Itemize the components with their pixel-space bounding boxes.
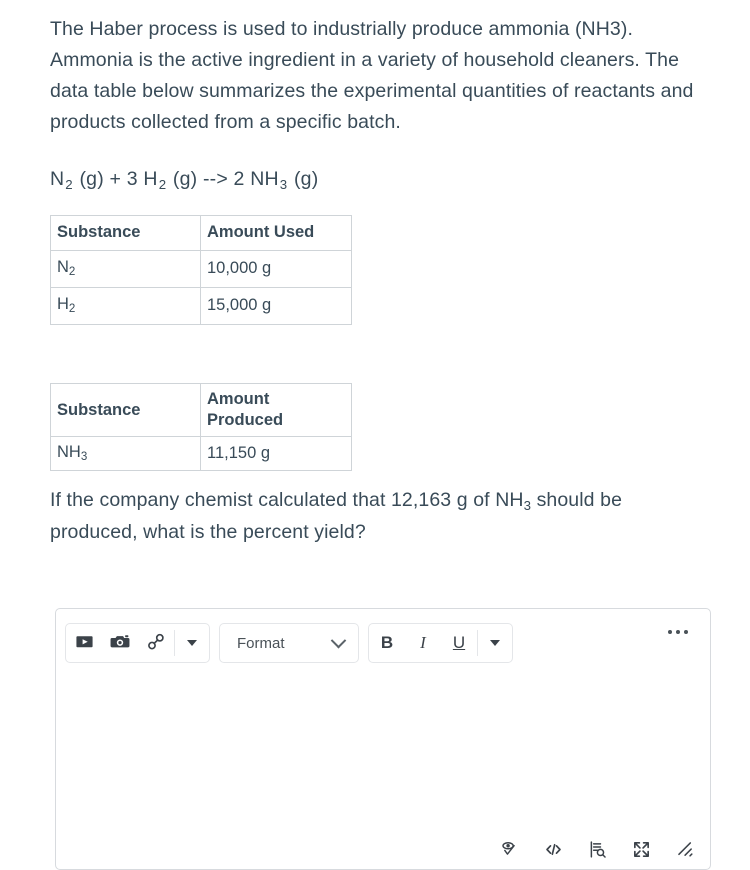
text-style-button-group: B I U (368, 623, 513, 663)
chevron-down-icon (187, 640, 197, 646)
insert-more-caret-button[interactable] (175, 624, 209, 662)
question-part-1: If the company chemist calculated that 1… (50, 489, 524, 511)
substance-subscript: 2 (68, 303, 76, 315)
table-row: NH3 11,150 g (50, 436, 352, 471)
fullscreen-icon[interactable] (628, 836, 654, 862)
rich-content-editor: Format B I U (55, 608, 711, 870)
format-dropdown[interactable]: Format (219, 623, 359, 663)
table-header-row: Substance Amount Used (50, 215, 352, 251)
chemical-equation: N2 (g) + 3 H2 (g) --> 2 NH3 (g) (50, 164, 718, 196)
chevron-down-icon (330, 632, 347, 648)
equation-sub-1: 2 (65, 177, 73, 192)
prompt-paragraph: The Haber process is used to industriall… (50, 18, 694, 133)
reactants-table-wrapper: Substance Amount Used N2 10,000 g H2 15,… (50, 215, 718, 325)
column-header-substance: Substance (50, 215, 201, 251)
products-table-wrapper: Substance Amount Produced NH3 11,150 g (50, 383, 718, 471)
underline-button[interactable]: U (441, 624, 477, 662)
cell-substance-h2: H2 (50, 287, 201, 325)
table-header-row: Substance Amount Produced (50, 383, 352, 437)
format-dropdown-label: Format (237, 634, 285, 652)
text-style-more-caret-button[interactable] (478, 624, 512, 662)
cell-substance-n2: N2 (50, 250, 201, 288)
cell-amount-n2: 10,000 g (200, 250, 352, 288)
camera-icon-button[interactable] (102, 624, 138, 662)
ellipsis-icon (684, 630, 688, 634)
header-line-1: Amount (207, 390, 270, 408)
italic-button[interactable]: I (405, 624, 441, 662)
substance-subscript: 2 (68, 266, 76, 278)
cell-amount-h2: 15,000 g (200, 287, 352, 325)
header-line-2: Produced (207, 411, 284, 429)
equation-mid-1: (g) + 3 H (73, 168, 158, 190)
link-icon (146, 632, 166, 655)
question-text: If the company chemist calculated that 1… (50, 485, 712, 548)
bold-button[interactable]: B (369, 624, 405, 662)
html-editor-icon[interactable] (540, 836, 566, 862)
equation-sub-2: 2 (158, 177, 167, 192)
reactants-table: Substance Amount Used N2 10,000 g H2 15,… (50, 215, 352, 325)
cell-amount-nh3: 11,150 g (200, 436, 352, 471)
accessibility-checker-icon[interactable] (496, 836, 522, 862)
camera-icon (110, 632, 130, 654)
ellipsis-icon (668, 630, 672, 634)
chevron-down-icon (490, 640, 500, 646)
cell-substance-nh3: NH3 (50, 436, 201, 471)
link-icon-button[interactable] (138, 624, 174, 662)
equation-reactant-1: N (50, 168, 65, 190)
equation-end: (g) (288, 168, 319, 190)
word-count-icon[interactable] (584, 836, 610, 862)
editor-toolbar: Format B I U (56, 609, 710, 669)
table-row: H2 15,000 g (50, 287, 352, 325)
editor-status-bar (56, 829, 710, 869)
insert-button-group (65, 623, 210, 663)
column-header-amount-used: Amount Used (200, 215, 352, 251)
video-icon (75, 632, 94, 654)
toolbar-overflow-button[interactable] (668, 630, 688, 634)
substance-symbol: NH (57, 443, 81, 461)
column-header-amount-produced: Amount Produced (200, 383, 352, 437)
equation-sub-3: 3 (279, 177, 288, 192)
column-header-substance: Substance (50, 383, 201, 437)
video-icon-button[interactable] (66, 624, 102, 662)
equation-mid-2: (g) --> 2 NH (167, 168, 279, 190)
substance-symbol: N (57, 258, 69, 276)
substance-symbol: H (57, 295, 69, 313)
table-row: N2 10,000 g (50, 250, 352, 288)
products-table: Substance Amount Produced NH3 11,150 g (50, 383, 352, 471)
question-subscript: 3 (523, 498, 532, 513)
ellipsis-icon (676, 630, 680, 634)
substance-subscript: 3 (80, 451, 88, 463)
resize-handle-icon[interactable] (672, 836, 698, 862)
editor-text-area[interactable] (56, 669, 710, 829)
